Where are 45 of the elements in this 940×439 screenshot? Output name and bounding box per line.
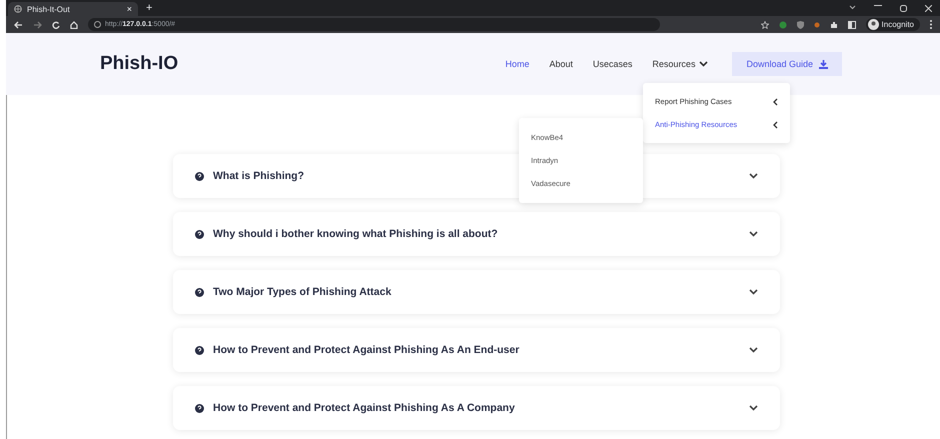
extension-icon[interactable] [814,22,820,28]
shield-icon[interactable] [796,20,804,28]
browser-tab[interactable]: Phish-It-Out × [8,2,138,16]
chevron-down-icon [749,289,758,295]
forward-arrow-icon[interactable] [33,20,42,28]
question-icon [195,404,204,412]
faq-item[interactable]: Why should i bother knowing what Phishing is all about? [173,212,780,256]
close-icon[interactable] [925,4,932,12]
question-icon [195,230,204,238]
nav-link[interactable]: Usecases [592,59,632,69]
tab-title: Phish-It-Out [27,4,71,14]
globe-icon [14,5,22,13]
question-icon [195,172,204,180]
chevron-down-icon [749,405,758,411]
nav-link[interactable]: Home [505,59,530,69]
star-icon[interactable] [760,20,769,28]
profile-button[interactable]: Incognito [866,18,920,31]
chevron-down-icon [699,61,708,67]
chevron-down-icon [749,231,758,237]
new-tab-button[interactable]: + [146,2,152,14]
chevron-left-icon [773,120,778,128]
tab-close-button[interactable]: × [126,4,132,14]
nav-link[interactable]: Resources [652,59,708,69]
download-guide-button[interactable]: Download Guide [732,52,842,76]
avatar-icon [868,19,879,30]
question-icon [195,346,204,354]
home-icon[interactable] [70,20,78,28]
faq-item[interactable]: How to Prevent and Protect Against Phishing As A Company [173,386,780,430]
chevron-down-icon [749,347,758,353]
site-logo[interactable]: Phish-IO [100,53,178,75]
back-arrow-icon[interactable] [14,20,23,28]
faq-item[interactable]: How to Prevent and Protect Against Phishing As An End-user [173,328,780,372]
chevron-left-icon [773,98,778,106]
chevron-down-icon [749,173,758,179]
nav-link[interactable]: About [549,59,573,69]
info-icon [94,21,101,28]
sidebar-icon[interactable] [848,20,856,28]
reload-icon[interactable] [52,20,60,28]
restore-icon[interactable] [900,4,907,12]
chevron-down-icon[interactable] [849,4,856,10]
minimize-icon[interactable] [874,4,882,6]
extension-icon[interactable] [778,20,787,28]
download-icon [819,60,828,68]
faq-item[interactable]: Two Major Types of Phishing Attack [173,270,780,314]
question-icon [195,288,204,296]
